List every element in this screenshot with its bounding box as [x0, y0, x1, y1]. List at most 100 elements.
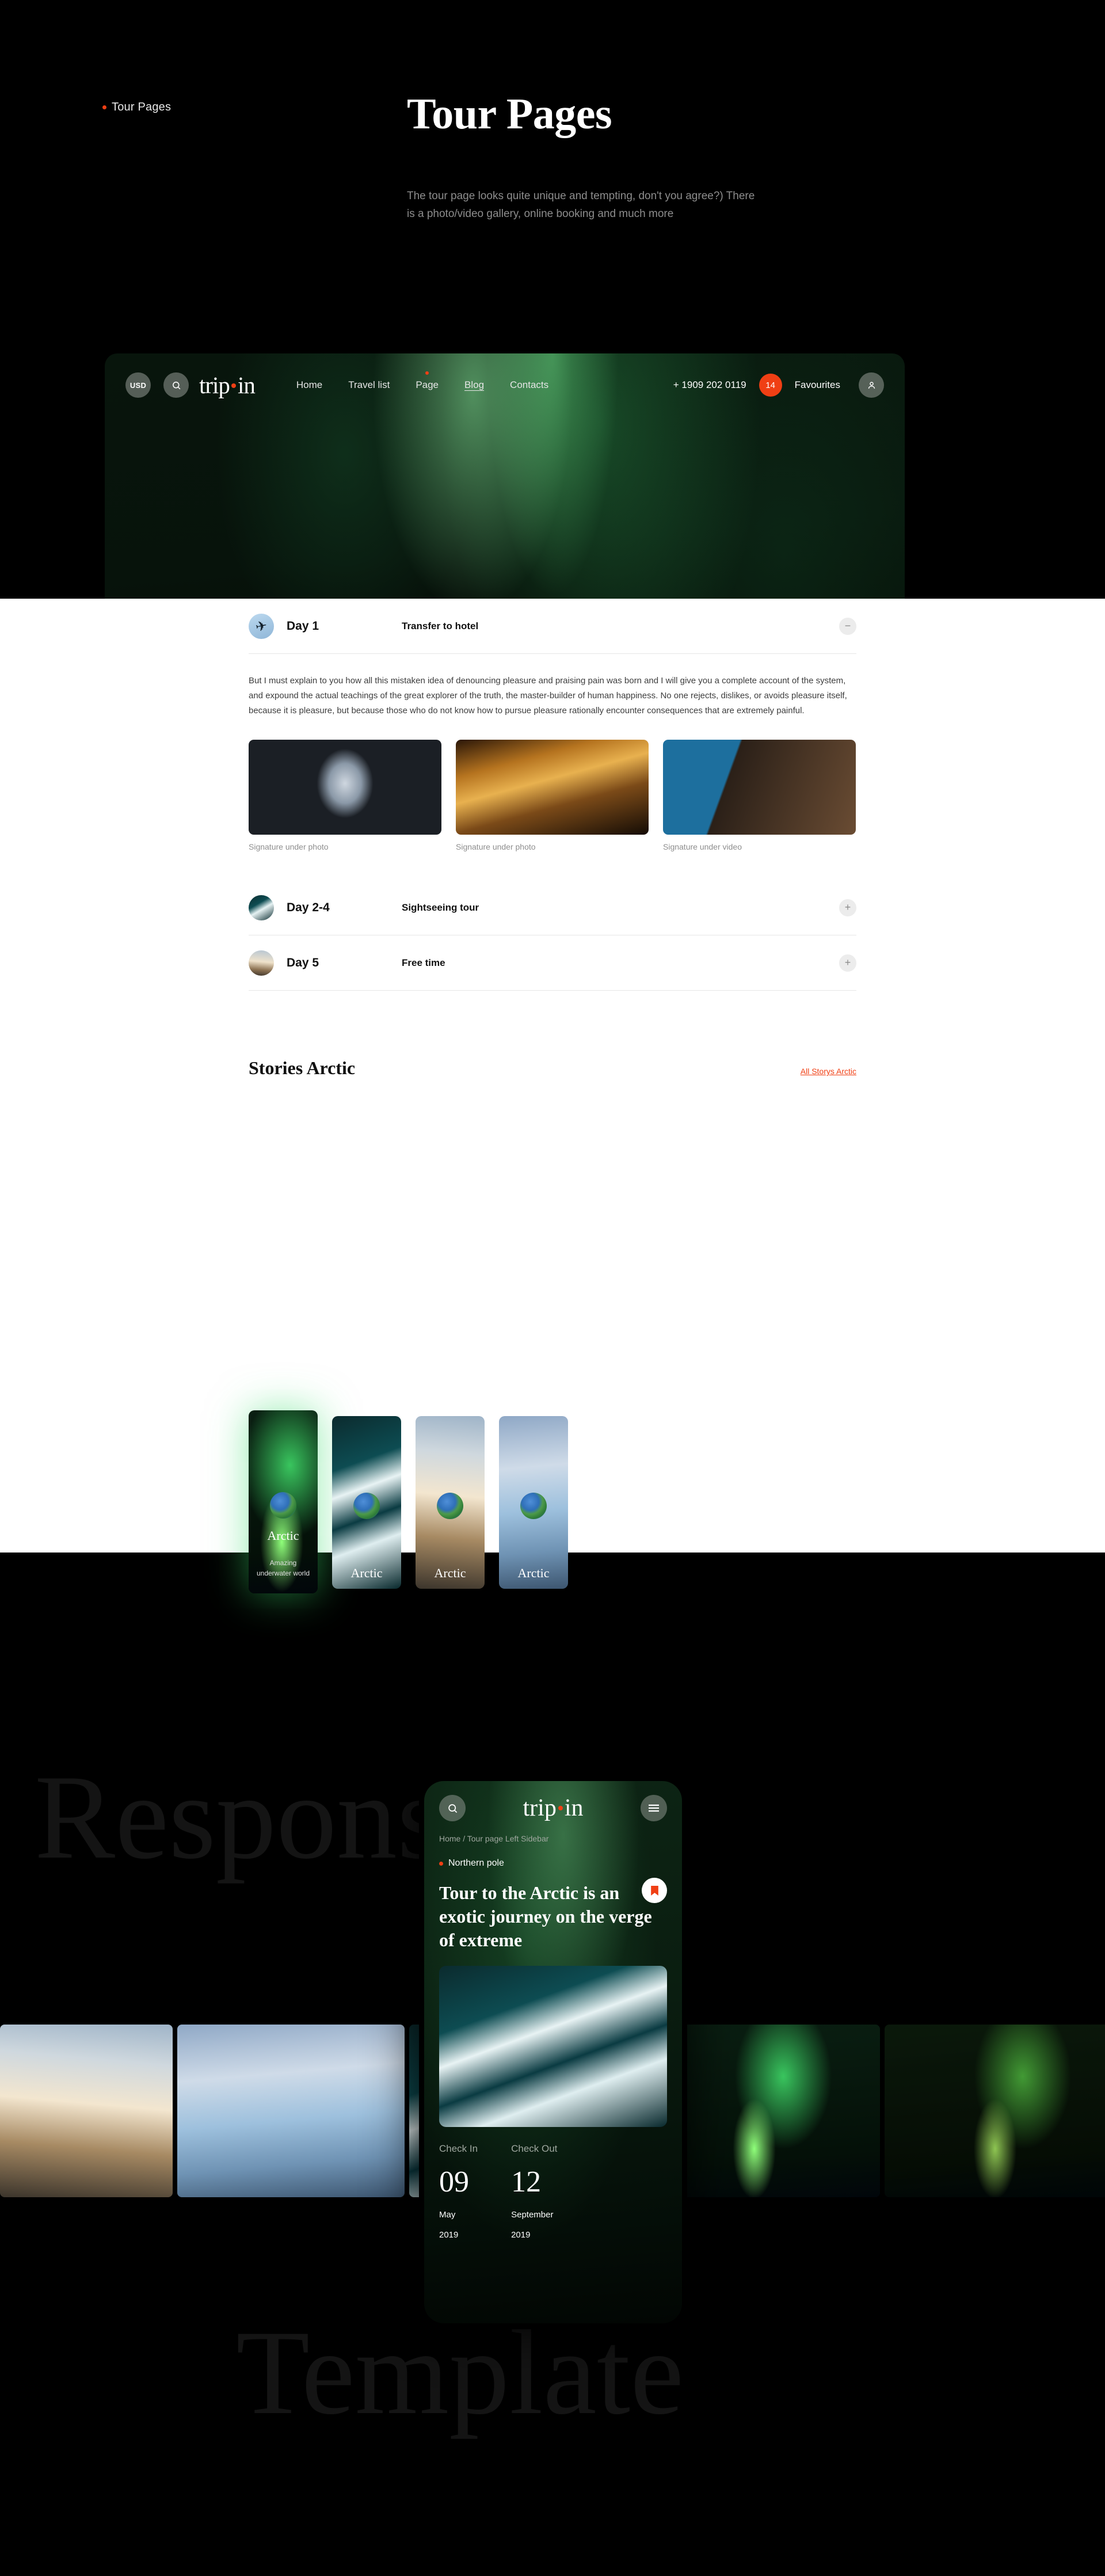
day1-media-grid: Signature under photo Signature under ph…	[249, 740, 856, 851]
globe-icon	[270, 1492, 296, 1519]
stories-carousel: Arctic Amazing underwater world Arctic A…	[249, 1410, 568, 1593]
media-thumb-food[interactable]	[456, 740, 649, 835]
globe-icon	[520, 1493, 547, 1519]
nav-label: Contacts	[510, 379, 549, 390]
mobile-screen: trip in Home / Tour page Left Sidebar Nor…	[424, 1781, 682, 2323]
mobile-navbar: trip in	[424, 1781, 682, 1821]
favourites-label[interactable]: Favourites	[795, 379, 840, 391]
mobile-heading: Tour to the Arctic is an exotic journey …	[439, 1882, 652, 1950]
search-icon[interactable]	[439, 1795, 466, 1821]
mobile-hero-image[interactable]	[439, 1965, 667, 2127]
story-title: Arctic	[350, 1566, 383, 1580]
currency-button[interactable]: USD	[125, 372, 151, 398]
mobile-kicker: Northern pole	[424, 1843, 682, 1869]
bullet-dot-icon	[439, 1861, 443, 1866]
mobile-showcase-section: Responsive Template trip in Home / Tour p…	[0, 1553, 1105, 2576]
logo-dot-icon	[558, 1806, 563, 1811]
logo-text-b: in	[237, 371, 256, 398]
logo-text-b: in	[564, 1795, 584, 1821]
bullet-dot-icon	[102, 105, 106, 109]
navbar-right: + 1909 202 0119 14 Favourites	[673, 372, 884, 398]
story-title: Arctic	[517, 1566, 550, 1580]
content-section: Day 1 Transfer to hotel − But I must exp…	[0, 599, 1105, 1553]
day5-subtitle: Free time	[402, 957, 445, 968]
stories-header: Stories Arctic All Storys Arctic	[249, 1057, 856, 1079]
day5-title: Day 5	[287, 956, 319, 969]
accordion-day24-header[interactable]: Day 2-4 Sightseeing tour +	[249, 880, 856, 936]
favourites-count-badge[interactable]: 14	[759, 374, 782, 397]
nav-item-contacts[interactable]: Contacts	[510, 379, 548, 391]
mobile-checkin-month: May	[439, 2210, 456, 2220]
content-column: Day 1 Transfer to hotel − But I must exp…	[249, 599, 856, 1079]
account-icon[interactable]	[859, 372, 884, 398]
media-item[interactable]: Signature under photo	[249, 740, 441, 851]
mobile-checkin-label: Check In	[439, 2143, 478, 2154]
mobile-breadcrumb[interactable]: Home / Tour page Left Sidebar	[424, 1821, 682, 1843]
hamburger-menu-icon[interactable]	[641, 1795, 667, 1821]
story-card[interactable]: Arctic	[499, 1416, 568, 1589]
mobile-checkin-day: 09	[439, 2165, 469, 2198]
mobile-checkin-field[interactable]: Check In 09 May 2019	[439, 2143, 478, 2240]
media-thumb-plane-window[interactable]	[249, 740, 441, 835]
nav-label: Travel list	[348, 379, 390, 390]
story-title: Arctic	[434, 1566, 466, 1580]
day24-title: Day 2-4	[287, 900, 330, 914]
iceberg-icon	[249, 895, 274, 920]
mobile-mockup: trip in Home / Tour page Left Sidebar Nor…	[419, 1776, 687, 2328]
logo[interactable]: trip in	[466, 1796, 641, 1820]
logo[interactable]: trip in	[199, 371, 256, 398]
day1-subtitle: Transfer to hotel	[402, 620, 479, 631]
nav-label: Blog	[464, 379, 485, 390]
intro-tag: Tour Pages	[102, 101, 171, 114]
mobile-booking: Check In 09 May 2019 Check Out 12 Septem…	[424, 2127, 682, 2240]
all-stories-link[interactable]: All Storys Arctic	[801, 1067, 856, 1076]
logo-text-a: trip	[523, 1795, 557, 1821]
story-title: Arctic	[267, 1528, 299, 1543]
story-card[interactable]: Arctic Amazing underwater world	[249, 1410, 318, 1593]
nav-item-home[interactable]: Home	[296, 379, 322, 391]
background-word-template: Template	[236, 2306, 684, 2440]
media-caption: Signature under photo	[456, 842, 536, 852]
media-thumb-hotel[interactable]	[663, 740, 856, 835]
logo-text-a: trip	[199, 371, 230, 398]
day24-subtitle: Sightseeing tour	[402, 901, 479, 913]
active-dot-icon	[425, 371, 429, 375]
nav-item-page[interactable]: Page	[416, 371, 439, 391]
intro-tag-label: Tour Pages	[112, 101, 172, 113]
globe-icon	[437, 1493, 463, 1519]
stories-title: Stories Arctic	[249, 1057, 356, 1079]
search-icon[interactable]	[163, 372, 189, 398]
accordion-day1-header[interactable]: Day 1 Transfer to hotel −	[249, 599, 856, 654]
expand-icon[interactable]: +	[839, 954, 856, 972]
nav-item-travel-list[interactable]: Travel list	[348, 379, 390, 391]
phone-number[interactable]: + 1909 202 0119	[673, 379, 746, 391]
penguin-icon	[249, 950, 274, 976]
strip-image-aurora-night	[885, 2025, 1105, 2197]
day1-title: Day 1	[287, 619, 319, 633]
nav-label: Home	[296, 379, 323, 390]
media-caption: Signature under photo	[249, 842, 329, 852]
media-item[interactable]: Signature under video	[663, 740, 856, 851]
mobile-kicker-label: Northern pole	[448, 1858, 504, 1868]
strip-image-penguin	[0, 2025, 173, 2197]
accordion-day5-header[interactable]: Day 5 Free time +	[249, 935, 856, 991]
main-menu: Home Travel list Page Blog Contacts	[296, 371, 548, 391]
media-item[interactable]: Signature under photo	[456, 740, 649, 851]
nav-item-blog[interactable]: Blog	[464, 379, 484, 391]
collapse-icon[interactable]: −	[839, 617, 856, 635]
logo-dot-icon	[231, 383, 236, 389]
mobile-checkout-label: Check Out	[511, 2143, 558, 2154]
mobile-checkout-day: 12	[511, 2165, 542, 2198]
page-title: Tour Pages	[407, 90, 612, 138]
expand-icon[interactable]: +	[839, 899, 856, 916]
mobile-checkin-year: 2019	[439, 2230, 459, 2240]
intro-subtitle: The tour page looks quite unique and tem…	[407, 190, 755, 220]
globe-icon	[353, 1493, 380, 1519]
day1-body-text: But I must explain to you how all this m…	[249, 676, 847, 716]
story-card[interactable]: Arctic	[416, 1416, 485, 1589]
bookmark-button[interactable]	[642, 1878, 667, 1903]
plane-icon	[249, 613, 274, 639]
story-card[interactable]: Arctic	[332, 1416, 401, 1589]
mobile-checkout-month: September	[511, 2210, 554, 2220]
mobile-checkout-field[interactable]: Check Out 12 September 2019	[511, 2143, 557, 2240]
